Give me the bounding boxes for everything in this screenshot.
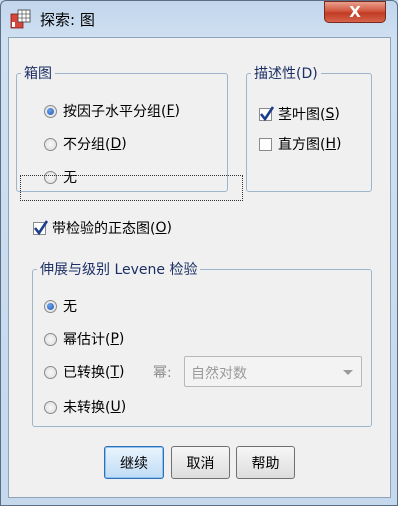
descriptive-group: 描述性(D) [246,63,372,192]
normality-plots-checkbox-row[interactable]: 带检验的正态图(O) [33,218,172,238]
radio-button-selected[interactable] [44,104,57,118]
continue-button[interactable]: 继续 [104,446,164,479]
power-select[interactable]: 自然对数 [184,356,362,387]
option-label: 带检验的正态图( [52,221,156,237]
option-label-tail: ) [119,364,125,380]
power-label-text: 幂: [153,365,172,381]
cancel-button-label: 取消 [186,455,215,472]
stem-leaf-checkbox-row[interactable]: 茎叶图(S) [259,104,340,124]
power-label: 幂: [153,362,172,382]
spss-app-icon [10,9,31,29]
boxplot-option-by-factor[interactable]: 按因子水平分组(F) [44,101,180,121]
radio-button[interactable] [44,332,57,346]
option-hotkey: D [110,136,122,152]
close-button[interactable]: X [324,1,386,23]
option-hotkey: U [110,399,121,415]
radio-button[interactable] [44,400,57,414]
boxplot-legend: 箱图 [24,66,52,82]
chevron-down-icon [343,370,353,375]
levene-option-transformed[interactable]: 已转换(T) [44,362,125,382]
histogram-checkbox-row[interactable]: 直方图(H) [259,134,341,154]
levene-option-none[interactable]: 无 [44,296,77,316]
option-label-tail: ) [118,331,125,347]
window-title: 探索: 图 [40,11,95,29]
option-label: 按因子水平分组( [63,104,167,120]
descriptive-legend: 描述性(D) [254,66,318,82]
levene-legend: 伸展与级别 Levene 检验 [40,262,198,278]
option-label-tail: ) [166,220,172,236]
checkmark-icon [33,219,49,235]
option-label-tail: ) [174,103,180,119]
levene-option-untransformed[interactable]: 未转换(U) [44,397,126,417]
option-label-tail: ) [120,399,127,415]
checkmark-icon [259,105,275,121]
help-button[interactable]: 帮助 [236,446,295,479]
option-label-tail: ) [334,106,340,122]
option-label: 直方图( [278,137,326,153]
option-label: 茎叶图( [278,107,326,123]
option-label: 未转换( [63,400,111,416]
focus-rectangle [20,175,243,201]
radio-button[interactable] [44,365,57,379]
checkbox-checked[interactable] [259,105,275,121]
option-label: 已转换( [63,365,111,381]
continue-button-label: 继续 [120,455,148,472]
boxplot-option-no-group[interactable]: 不分组(D) [44,134,127,154]
option-hotkey: F [166,103,175,119]
option-hotkey: P [110,331,119,347]
checkbox[interactable] [259,137,272,151]
close-icon: X [349,3,361,21]
help-button-label: 帮助 [251,455,280,472]
option-hotkey: O [155,220,167,236]
option-label-tail: ) [336,136,342,152]
option-hotkey: S [325,106,335,122]
radio-button-selected[interactable] [44,299,57,313]
cancel-button[interactable]: 取消 [171,446,230,479]
power-select-value: 自然对数 [191,366,247,382]
title-bar[interactable]: 探索: 图 X [0,0,398,36]
checkbox-checked[interactable] [33,219,49,235]
option-hotkey: H [325,136,336,152]
radio-button[interactable] [44,137,57,151]
option-label: 无 [63,299,77,315]
option-label: 不分组( [63,137,111,153]
option-label-tail: ) [121,136,127,152]
option-label: 幂估计( [63,332,111,348]
option-hotkey: T [110,364,120,380]
levene-option-power-estimation[interactable]: 幂估计(P) [44,329,124,349]
